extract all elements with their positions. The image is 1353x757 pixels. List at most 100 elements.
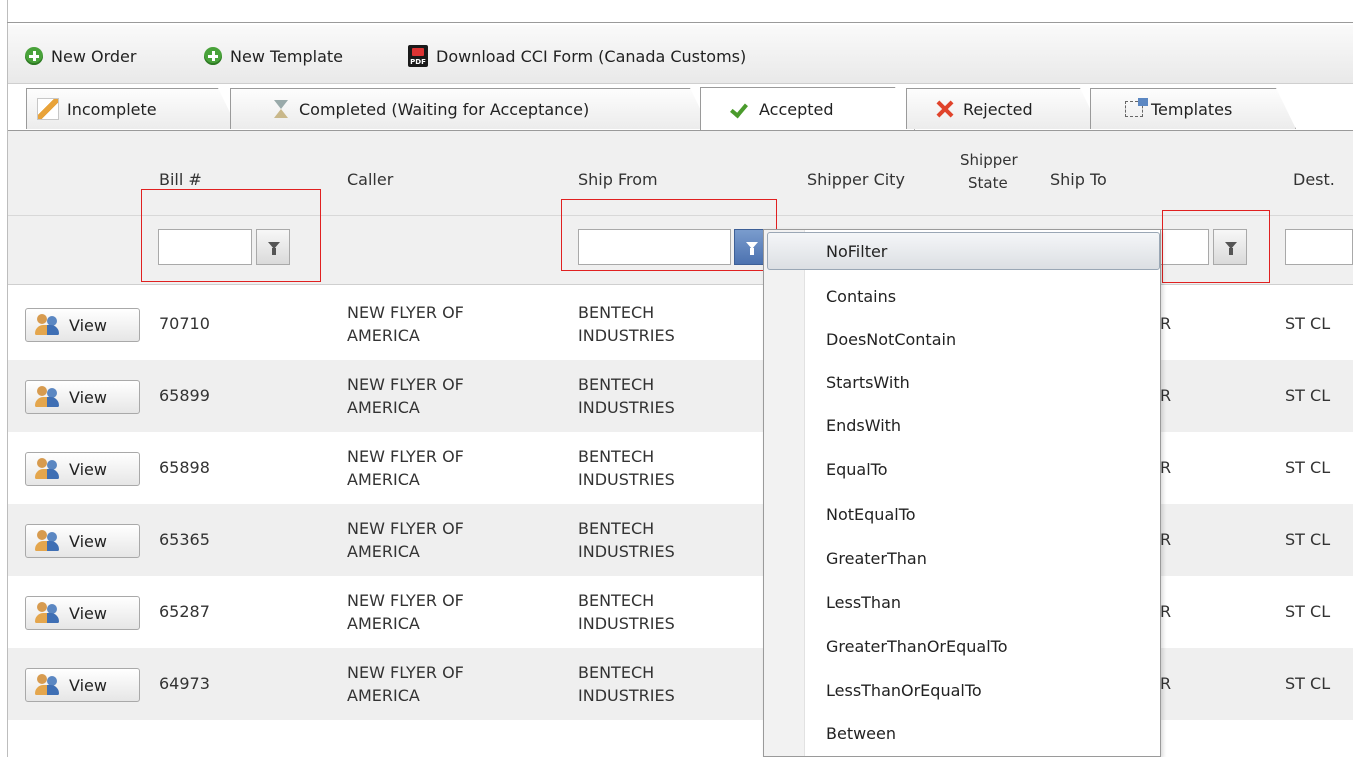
download-cci-label: Download CCI Form (Canada Customs) (436, 46, 747, 66)
menu-item-startswith[interactable]: StartsWith (826, 373, 910, 392)
menu-item-equalto[interactable]: EqualTo (826, 460, 888, 479)
caller-line2: AMERICA (347, 470, 420, 489)
column-header-shipper-city[interactable]: Shipper City (807, 170, 905, 189)
caller-line2: AMERICA (347, 542, 420, 561)
caller-line1: NEW FLYER OF (347, 663, 464, 682)
ship-from-line1: BENTECH (578, 303, 655, 322)
column-header-caller[interactable]: Caller (347, 170, 393, 189)
column-header-shipper-state-line1[interactable]: Shipper (960, 151, 1018, 169)
menu-item-contains[interactable]: Contains (826, 287, 896, 306)
caller-line1: NEW FLYER OF (347, 591, 464, 610)
menu-item-nofilter[interactable]: NoFilter (826, 242, 887, 261)
view-label: View (69, 603, 107, 623)
tab-label: Accepted (759, 99, 834, 119)
caller-line1: NEW FLYER OF (347, 303, 464, 322)
caller-line1: NEW FLYER OF (347, 519, 464, 538)
column-header-dest[interactable]: Dest. (1293, 170, 1335, 189)
column-header-ship-to[interactable]: Ship To (1050, 170, 1107, 189)
templates-icon (1125, 101, 1143, 117)
dest-filter-input[interactable] (1285, 229, 1353, 265)
caller-line1: NEW FLYER OF (347, 447, 464, 466)
tab-label: Templates (1151, 99, 1233, 119)
view-label: View (69, 531, 107, 551)
dest-cell: ST CL (1285, 458, 1331, 477)
bill-number: 64973 (159, 674, 210, 693)
bill-number: 70710 (159, 314, 210, 333)
column-header-bill[interactable]: Bill # (159, 170, 202, 189)
dest-cell: ST CL (1285, 602, 1331, 621)
ship-from-line1: BENTECH (578, 519, 655, 538)
ship-from-line1: BENTECH (578, 591, 655, 610)
dest-cell: ST CL (1285, 314, 1331, 333)
window-top-border (7, 22, 1353, 23)
new-template-label: New Template (230, 46, 343, 66)
tab-templates[interactable]: Templates (1090, 88, 1296, 129)
menu-icon-strip (764, 230, 805, 756)
view-label: View (69, 459, 107, 479)
users-icon (35, 386, 61, 408)
column-header-shipper-state-line2[interactable]: State (968, 174, 1008, 192)
users-icon (35, 674, 61, 696)
view-button[interactable]: View (25, 524, 140, 558)
view-label: View (69, 315, 107, 335)
pencil-icon (37, 98, 59, 120)
checkmark-icon (731, 99, 751, 119)
x-icon (935, 99, 955, 119)
view-label: View (69, 675, 107, 695)
ship-to-cell: R (1160, 602, 1172, 621)
bill-number: 65899 (159, 386, 210, 405)
caller-line2: AMERICA (347, 398, 420, 417)
view-button[interactable]: View (25, 668, 140, 702)
menu-item-lessthan[interactable]: LessThan (826, 593, 901, 612)
ship-to-cell: R (1160, 314, 1172, 333)
caller-line2: AMERICA (347, 614, 420, 633)
download-cci-button[interactable]: Download CCI Form (Canada Customs) (408, 44, 746, 68)
ship-to-cell: R (1160, 530, 1172, 549)
toolbar: New Order New Template Download CCI Form… (8, 25, 1353, 84)
ship-from-line1: BENTECH (578, 447, 655, 466)
pdf-icon (408, 45, 428, 67)
highlight-box (561, 199, 777, 271)
menu-item-greaterthan[interactable]: GreaterThan (826, 549, 927, 568)
ship-from-line2: INDUSTRIES (578, 614, 675, 633)
bill-number: 65898 (159, 458, 210, 477)
menu-item-between[interactable]: Between (826, 724, 896, 743)
menu-item-notequalto[interactable]: NotEqualTo (826, 505, 916, 524)
menu-item-doesnotcontain[interactable]: DoesNotContain (826, 330, 956, 349)
new-order-button[interactable]: New Order (25, 44, 136, 68)
ship-to-cell: R (1160, 674, 1172, 693)
caller-line2: AMERICA (347, 326, 420, 345)
add-icon (25, 47, 43, 65)
tab-incomplete[interactable]: Incomplete (26, 88, 238, 129)
view-button[interactable]: View (25, 308, 140, 342)
add-icon (204, 47, 222, 65)
menu-item-endswith[interactable]: EndsWith (826, 416, 901, 435)
new-template-button[interactable]: New Template (204, 44, 343, 68)
column-header-ship-from[interactable]: Ship From (578, 170, 658, 189)
ship-from-line2: INDUSTRIES (578, 686, 675, 705)
ship-from-line2: INDUSTRIES (578, 398, 675, 417)
filter-dropdown-menu: NoFilter Contains DoesNotContain StartsW… (763, 229, 1161, 757)
tab-accepted[interactable]: Accepted (700, 87, 915, 130)
tab-label: Incomplete (67, 99, 157, 119)
view-button[interactable]: View (25, 452, 140, 486)
bill-number: 65365 (159, 530, 210, 549)
ship-from-line1: BENTECH (578, 375, 655, 394)
ship-from-line1: BENTECH (578, 663, 655, 682)
highlight-box (141, 189, 321, 282)
menu-item-greaterthanorequalto[interactable]: GreaterThanOrEqualTo (826, 637, 1008, 656)
dest-cell: ST CL (1285, 386, 1331, 405)
view-button[interactable]: View (25, 380, 140, 414)
tab-rejected[interactable]: Rejected (906, 88, 1100, 129)
bill-number: 65287 (159, 602, 210, 621)
caller-line2: AMERICA (347, 686, 420, 705)
tab-label: Completed (Waiting for Acceptance) (299, 99, 590, 119)
users-icon (35, 602, 61, 624)
view-button[interactable]: View (25, 596, 140, 630)
caller-line1: NEW FLYER OF (347, 375, 464, 394)
tab-completed[interactable]: Completed (Waiting for Acceptance) (230, 88, 710, 129)
menu-item-lessthanorequalto[interactable]: LessThanOrEqualTo (826, 681, 982, 700)
tab-strip: Incomplete Completed (Waiting for Accept… (8, 84, 1353, 130)
users-icon (35, 458, 61, 480)
ship-from-line2: INDUSTRIES (578, 326, 675, 345)
